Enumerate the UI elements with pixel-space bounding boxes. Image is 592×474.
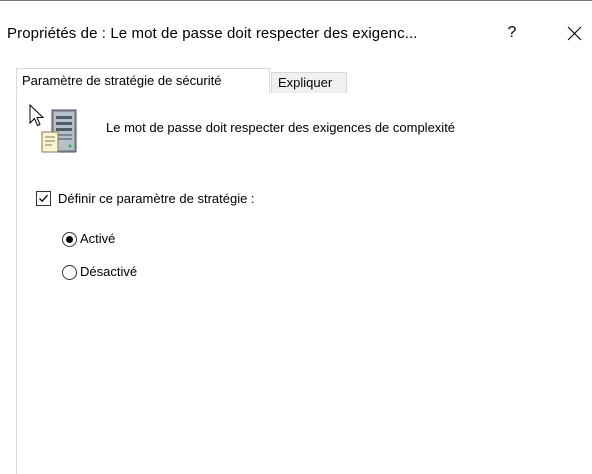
mouse-cursor-icon	[29, 103, 45, 133]
tab-explain[interactable]: Expliquer	[271, 72, 347, 93]
radio-dot	[66, 236, 73, 243]
radio-enabled-label: Activé	[80, 231, 116, 246]
tab-panel	[16, 93, 592, 474]
radio-disabled-label: Désactivé	[80, 264, 138, 279]
radio-unselected-icon[interactable]	[62, 265, 77, 280]
help-button[interactable]: ?	[497, 18, 527, 48]
checkbox-checked-icon[interactable]	[36, 191, 51, 206]
title-bar[interactable]: Propriétés de : Le mot de passe doit res…	[0, 1, 592, 59]
policy-title: Le mot de passe doit respecter des exige…	[106, 120, 456, 135]
properties-dialog: Propriétés de : Le mot de passe doit res…	[0, 0, 592, 474]
close-button[interactable]	[560, 18, 590, 48]
tab-security-policy-setting[interactable]: Paramètre de stratégie de sécurité	[16, 68, 270, 94]
define-setting-label: Définir ce paramètre de stratégie :	[58, 191, 255, 206]
window-title: Propriétés de : Le mot de passe doit res…	[7, 25, 418, 42]
close-icon	[567, 26, 582, 41]
radio-selected-icon[interactable]	[62, 232, 77, 247]
